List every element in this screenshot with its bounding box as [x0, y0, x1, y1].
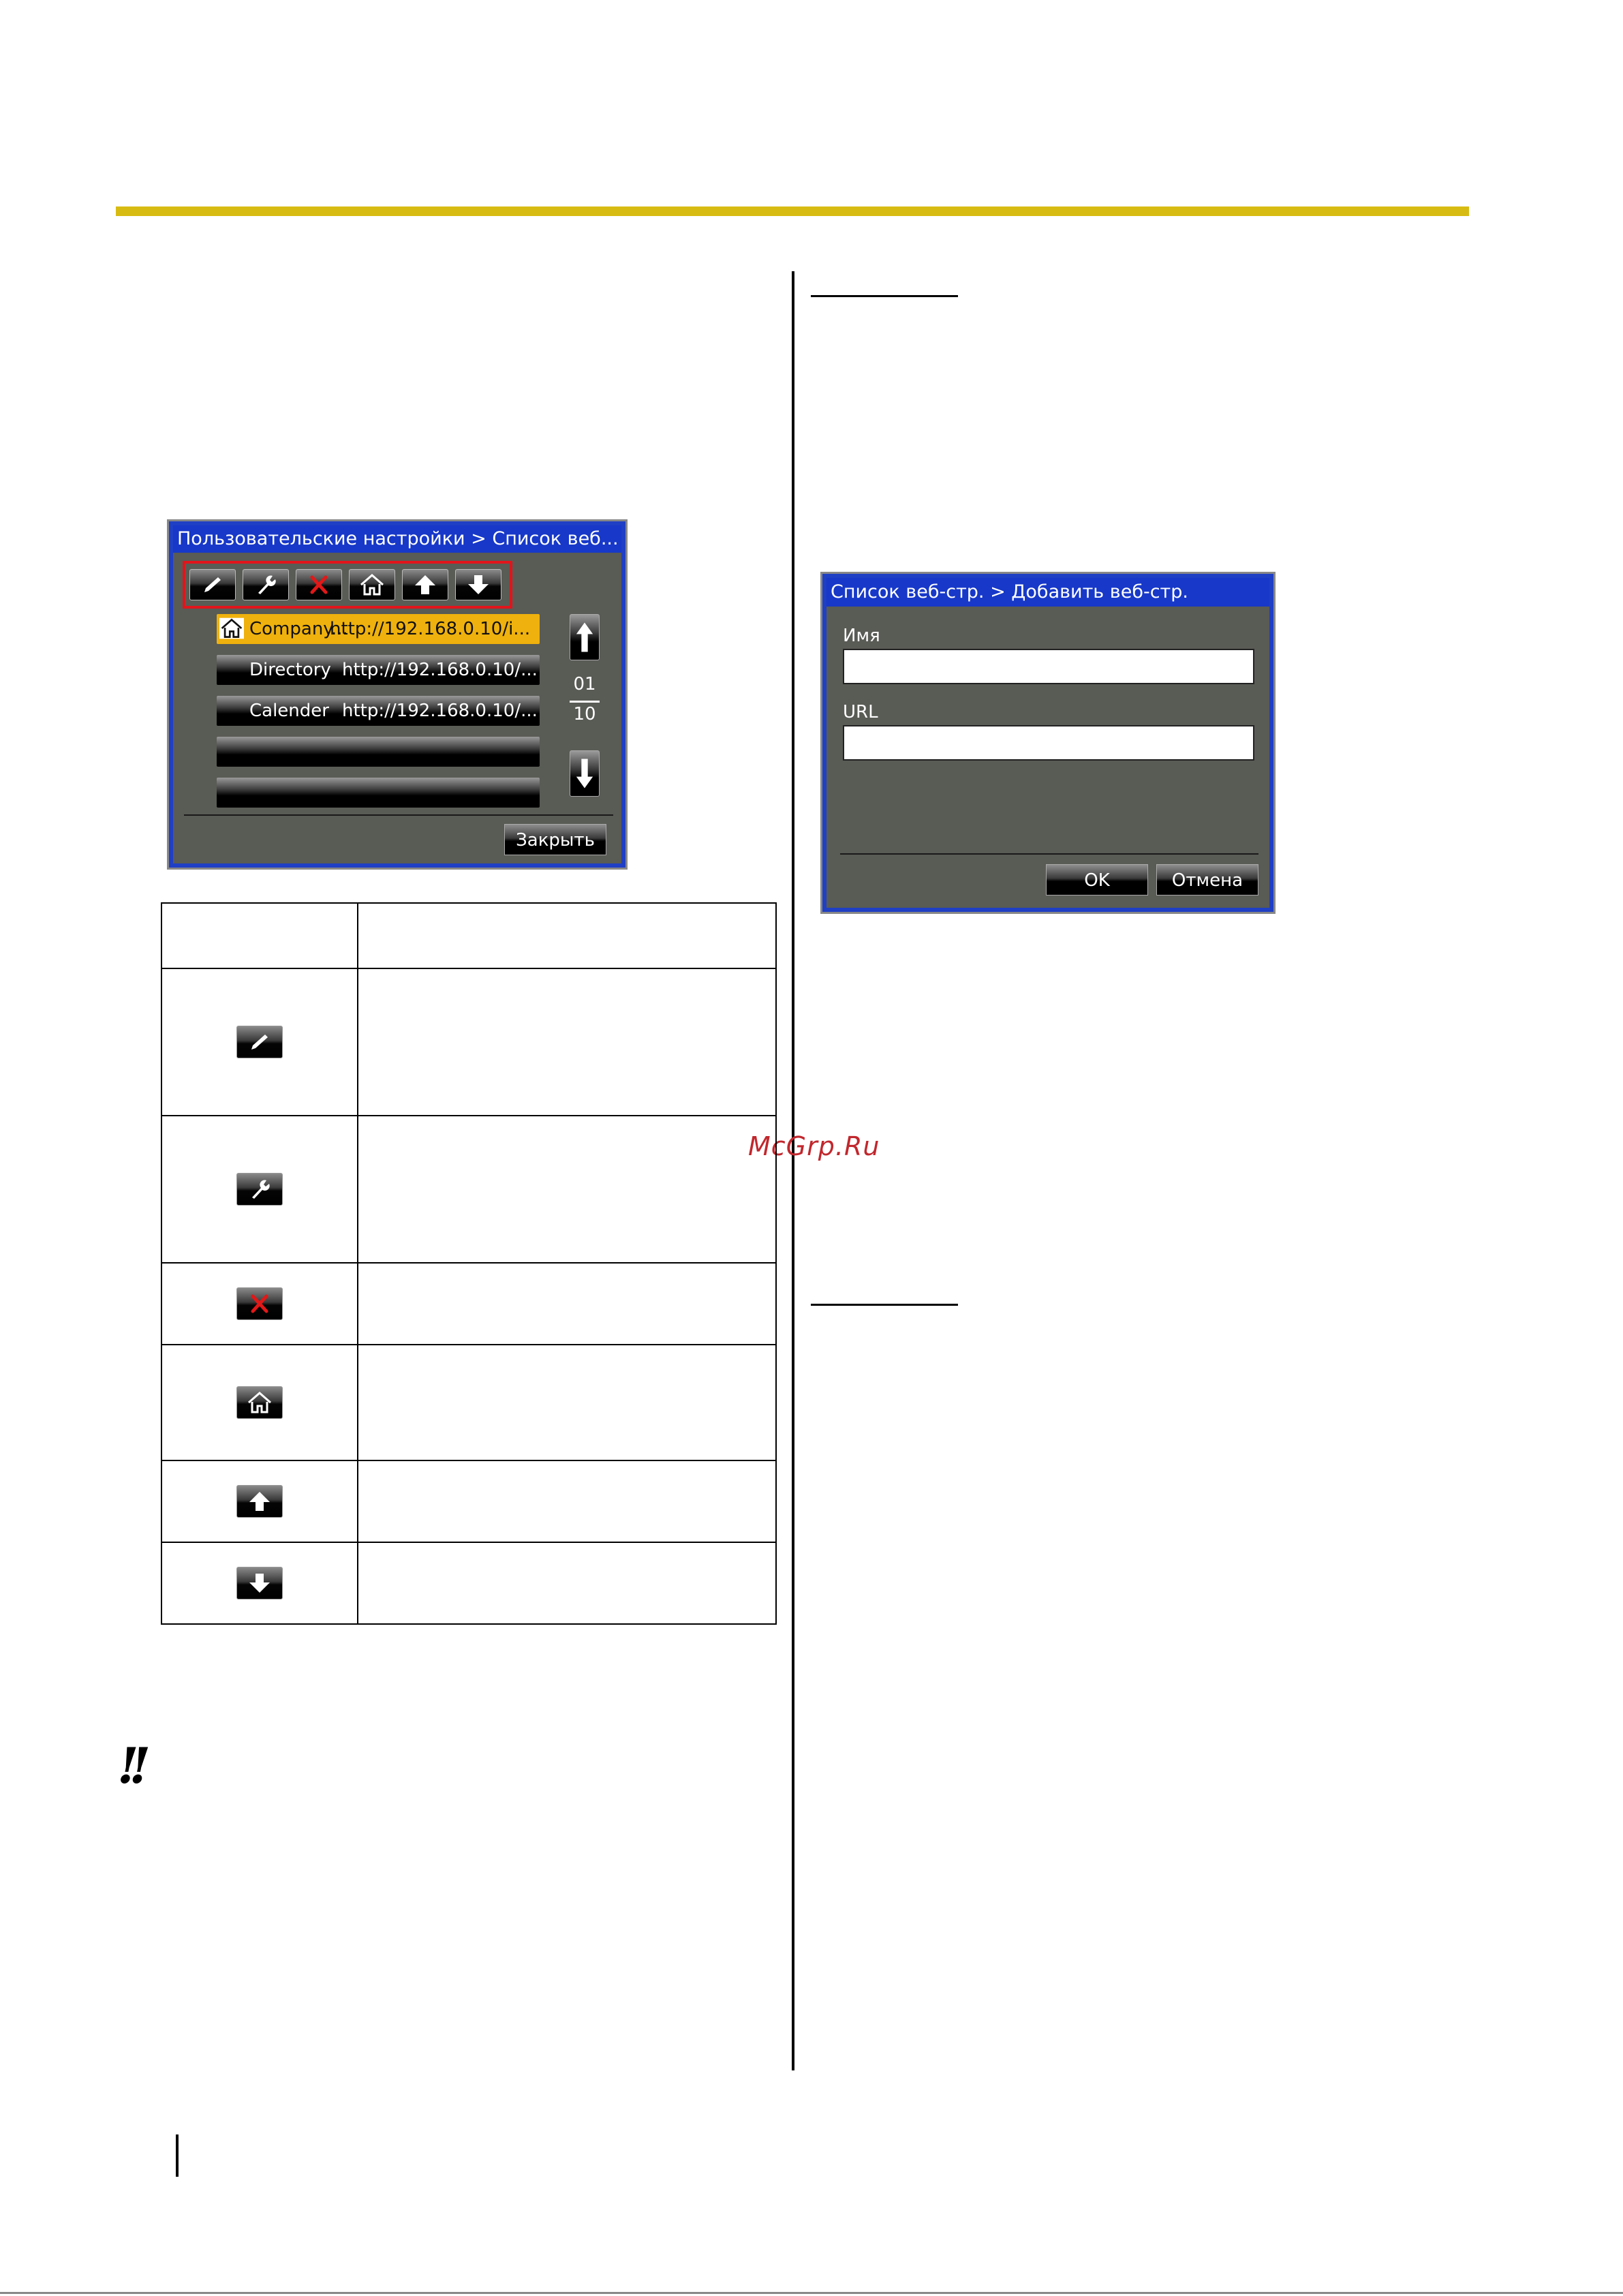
list-item[interactable] [217, 778, 540, 808]
list-item[interactable]: Directory http://192.168.0.10/... [217, 655, 540, 685]
page-current: 01 [573, 674, 596, 694]
close-button[interactable]: Закрыть [504, 824, 606, 855]
table-cell-desc [357, 1115, 777, 1264]
web-list-screen: Пользовательские настройки > Список веб.… [169, 521, 625, 868]
home-icon [219, 617, 244, 639]
cancel-button[interactable]: Отмена [1156, 864, 1258, 896]
scroll-down-button[interactable] [570, 750, 600, 797]
warning-icon: !! [117, 1736, 151, 1794]
edit-button[interactable] [189, 569, 236, 600]
list-item[interactable] [217, 737, 540, 767]
list-item-url: http://192.168.0.10/i... [330, 619, 531, 639]
wrench-icon [258, 575, 276, 594]
set-home-button[interactable] [349, 569, 395, 600]
name-label: Имя [843, 626, 880, 646]
list-item-url: http://192.168.0.10/... [342, 660, 538, 680]
table-row [161, 1115, 777, 1264]
pencil-icon [236, 1026, 283, 1058]
dialog-separator [840, 853, 1258, 855]
table-cell-desc [357, 1344, 777, 1461]
table-cell-desc [357, 1262, 777, 1345]
settings-button[interactable] [243, 569, 289, 600]
list-item-name: Calender [249, 701, 329, 721]
page-separator [570, 701, 600, 703]
add-web-page-dialog: Список веб-стр. > Добавить веб-стр. Имя … [822, 574, 1273, 912]
url-field[interactable] [843, 725, 1254, 761]
table-row [161, 1460, 777, 1543]
table-cell-desc [357, 968, 777, 1116]
move-down-button[interactable] [455, 569, 501, 600]
table-header-row [161, 902, 777, 969]
table-row [161, 1262, 777, 1345]
section-rule-top [811, 295, 958, 297]
home-icon [236, 1386, 283, 1419]
header-rule [116, 206, 1469, 216]
dialog-title: Список веб-стр. > Добавить веб-стр. [826, 578, 1269, 607]
list-item-url: http://192.168.0.10/... [342, 701, 538, 721]
section-rule-bottom [811, 1304, 958, 1306]
home-icon [360, 574, 384, 596]
toolbar-highlight [183, 561, 512, 609]
wrench-icon [236, 1173, 283, 1206]
page-total: 10 [573, 704, 596, 724]
table-cell-desc [357, 1460, 777, 1543]
red-x-icon [236, 1287, 283, 1320]
delete-button[interactable] [296, 569, 342, 600]
move-up-button[interactable] [402, 569, 448, 600]
arrow-up-icon [415, 575, 435, 594]
list-item[interactable]: Calender http://192.168.0.10/... [217, 696, 540, 726]
footer-mark [176, 2134, 179, 2177]
red-x-icon [310, 575, 328, 594]
table-header-cell [161, 902, 358, 969]
list-item[interactable]: Company... http://192.168.0.10/i... [217, 614, 540, 644]
arrow-down-icon [468, 575, 489, 594]
table-header-cell [357, 902, 777, 969]
arrow-up-icon [236, 1485, 283, 1518]
table-row [161, 1542, 777, 1625]
table-row [161, 968, 777, 1116]
list-item-name: Directory [249, 660, 331, 680]
table-row [161, 1344, 777, 1461]
screen-separator [184, 814, 613, 816]
list-item-name: Company... [249, 619, 348, 639]
name-field[interactable] [843, 649, 1254, 684]
arrow-down-icon [576, 759, 593, 789]
arrow-up-icon [576, 622, 593, 652]
icon-table [161, 902, 777, 1625]
bottom-edge-strip [0, 2292, 1623, 2294]
table-cell-desc [357, 1542, 777, 1625]
arrow-down-icon [236, 1567, 283, 1599]
scroll-up-button[interactable] [570, 614, 600, 660]
screen-title: Пользовательские настройки > Список веб.… [173, 525, 621, 553]
url-label: URL [843, 702, 878, 722]
column-divider [792, 271, 794, 2070]
pencil-icon [204, 577, 221, 592]
ok-button[interactable]: OK [1046, 864, 1148, 896]
